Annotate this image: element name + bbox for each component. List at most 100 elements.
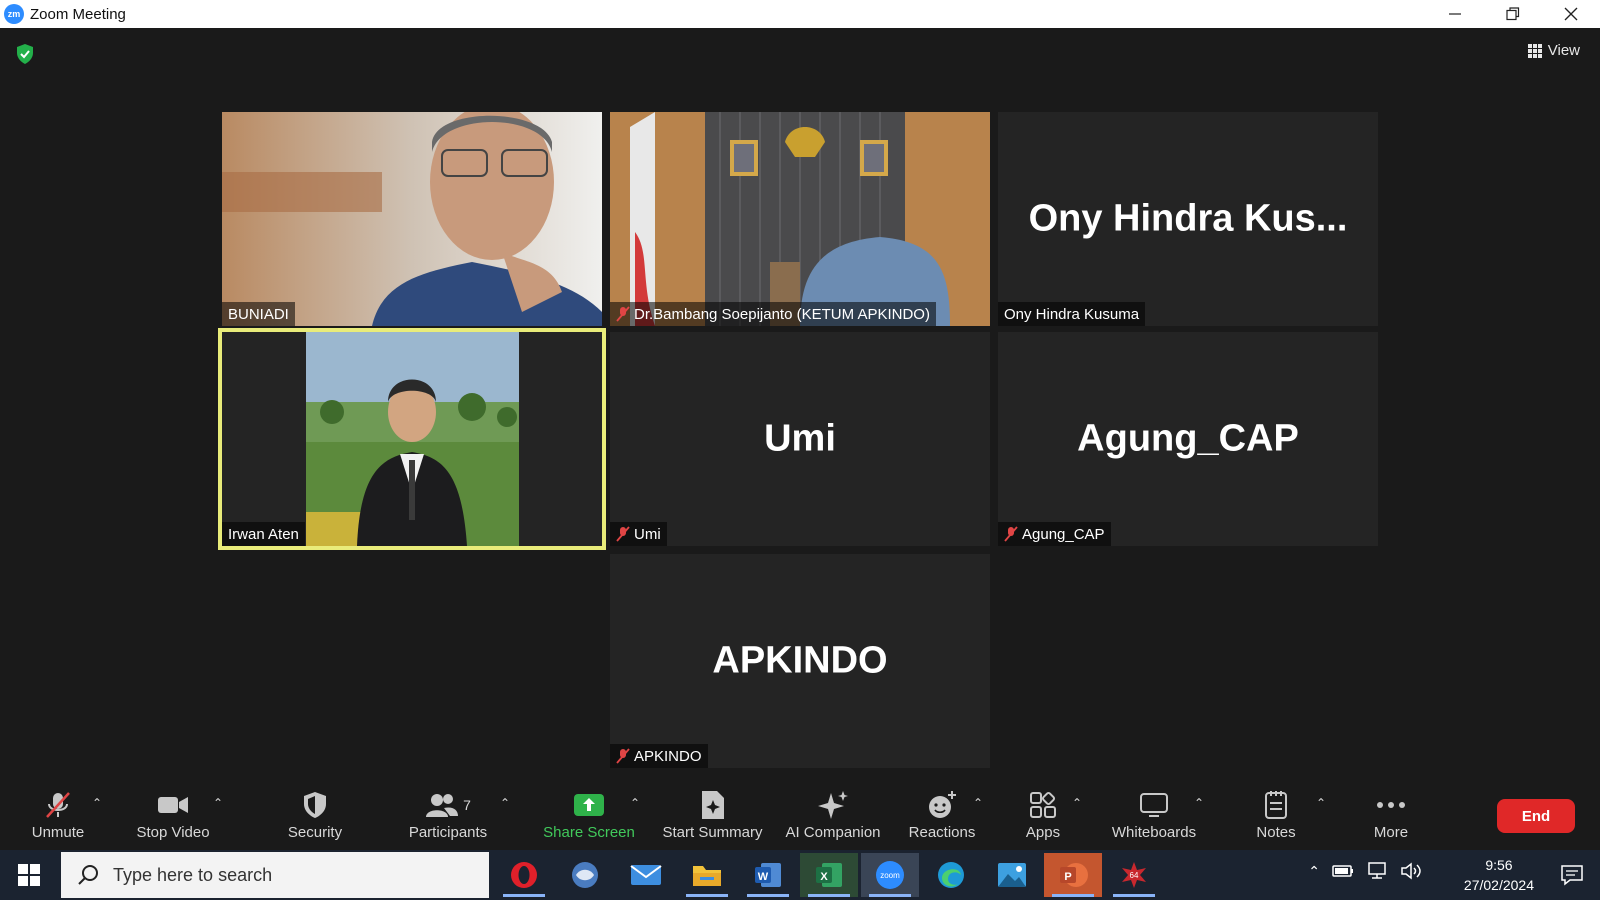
unmute-button[interactable]: Unmute xyxy=(28,788,88,841)
stop-video-button[interactable]: Stop Video xyxy=(133,788,213,841)
whiteboards-button[interactable]: Whiteboards xyxy=(1108,788,1200,841)
search-placeholder: Type here to search xyxy=(113,864,273,885)
reactions-options-caret[interactable]: ⌃ xyxy=(973,796,983,810)
app-badge-label: 64 xyxy=(1129,870,1139,880)
restore-icon xyxy=(1506,7,1520,21)
mic-muted-icon xyxy=(46,792,70,818)
apps-icon xyxy=(1030,791,1056,818)
reactions-button[interactable]: Reactions xyxy=(906,788,978,841)
participant-video xyxy=(222,332,602,546)
svg-text:P: P xyxy=(1064,871,1071,883)
title-bar: zm Zoom Meeting xyxy=(0,0,1600,28)
video-camera-icon xyxy=(158,797,188,813)
participants-button[interactable]: 7 Participants xyxy=(405,788,491,841)
shield-icon xyxy=(304,792,326,818)
mic-muted-icon xyxy=(1004,526,1018,542)
app-badge-icon[interactable]: 64 xyxy=(1105,853,1163,897)
network-icon[interactable] xyxy=(1366,862,1388,880)
whiteboard-icon xyxy=(1140,793,1168,817)
participant-big-name: Umi xyxy=(764,417,836,460)
close-icon xyxy=(1564,7,1578,21)
video-tile-bambang[interactable]: Dr.Bambang Soepijanto (KETUM APKINDO) xyxy=(610,112,990,326)
whiteboards-options-caret[interactable]: ⌃ xyxy=(1194,796,1204,810)
window-title: Zoom Meeting xyxy=(30,5,126,23)
sparkle-icon xyxy=(818,791,848,819)
participant-name-label: Umi xyxy=(610,522,667,546)
participant-name-label: APKINDO xyxy=(610,744,708,768)
file-explorer-icon[interactable] xyxy=(678,853,736,897)
mic-muted-icon xyxy=(616,526,630,542)
view-label: View xyxy=(1547,42,1580,59)
meeting-toolbar: Unmute ⌃ Stop Video ⌃ Security 7 Partici… xyxy=(0,784,1600,850)
zoom-icon[interactable]: zoom xyxy=(861,853,919,897)
ai-companion-button[interactable]: AI Companion xyxy=(783,788,883,841)
participant-name-label: Ony Hindra Kusuma xyxy=(998,302,1146,326)
participant-name-label: Dr.Bambang Soepijanto (KETUM APKINDO) xyxy=(610,302,936,326)
notes-options-caret[interactable]: ⌃ xyxy=(1316,796,1326,810)
participant-big-name: APKINDO xyxy=(712,639,888,682)
video-tile-buniadi[interactable]: BUNIADI xyxy=(222,112,602,326)
windows-start-icon[interactable] xyxy=(18,864,40,886)
notes-button[interactable]: Notes xyxy=(1253,788,1299,841)
app-icon[interactable] xyxy=(556,853,614,897)
video-tile-apkindo[interactable]: APKINDO APKINDO xyxy=(610,554,990,768)
clock-date: 27/02/2024 xyxy=(1463,877,1534,893)
zoom-logo-icon: zm xyxy=(4,4,24,24)
participants-count: 7 xyxy=(463,797,471,813)
battery-icon[interactable] xyxy=(1332,864,1354,878)
shield-check-icon[interactable] xyxy=(15,43,35,65)
participant-big-name: Ony Hindra Kus... xyxy=(1028,197,1348,240)
apps-button[interactable]: Apps xyxy=(1022,788,1064,841)
start-summary-button[interactable]: Start Summary xyxy=(660,788,765,841)
view-button[interactable]: View xyxy=(1527,42,1580,59)
share-screen-icon xyxy=(574,794,604,816)
powerpoint-icon[interactable]: P xyxy=(1044,853,1102,897)
minimize-button[interactable] xyxy=(1426,0,1484,28)
restore-button[interactable] xyxy=(1484,0,1542,28)
participants-options-caret[interactable]: ⌃ xyxy=(500,796,510,810)
participant-name-label: Agung_CAP xyxy=(998,522,1111,546)
security-button[interactable]: Security xyxy=(285,788,345,841)
video-tile-agung[interactable]: Agung_CAP Agung_CAP xyxy=(998,332,1378,546)
notes-icon xyxy=(1265,791,1287,819)
minimize-icon xyxy=(1449,13,1461,15)
photos-icon[interactable] xyxy=(983,853,1041,897)
zoom-taskbar-label: zoom xyxy=(880,870,900,880)
video-tile-ony[interactable]: Ony Hindra Kus... Ony Hindra Kusuma xyxy=(998,112,1378,326)
edge-icon[interactable] xyxy=(922,853,980,897)
participant-name-label: Irwan Aten xyxy=(222,522,305,546)
summary-icon xyxy=(701,791,724,819)
taskbar-search-box[interactable]: Type here to search xyxy=(61,852,489,898)
word-icon[interactable]: W xyxy=(739,853,797,897)
windows-taskbar: Type here to search W X zoom P 64 ⌃ 9:56… xyxy=(0,850,1600,900)
opera-icon[interactable] xyxy=(495,853,553,897)
taskbar-clock[interactable]: 9:56 27/02/2024 xyxy=(1464,855,1534,895)
close-button[interactable] xyxy=(1542,0,1600,28)
system-tray: ⌃ xyxy=(1308,862,1422,880)
search-icon xyxy=(78,865,98,885)
participant-video xyxy=(610,112,990,326)
unmute-options-caret[interactable]: ⌃ xyxy=(92,796,102,810)
volume-icon[interactable] xyxy=(1400,862,1422,880)
participant-name-label: BUNIADI xyxy=(222,302,295,326)
apps-options-caret[interactable]: ⌃ xyxy=(1072,796,1082,810)
video-tile-irwan[interactable]: Irwan Aten xyxy=(218,328,606,550)
video-tile-umi[interactable]: Umi Umi xyxy=(610,332,990,546)
meeting-area: View BUNIADI Dr.Bambang Soepijanto (KETU… xyxy=(0,28,1600,784)
share-screen-button[interactable]: Share Screen xyxy=(543,788,635,841)
notifications-icon[interactable] xyxy=(1560,864,1584,886)
end-meeting-button[interactable]: End xyxy=(1497,799,1575,833)
participant-big-name: Agung_CAP xyxy=(1077,417,1299,460)
smiley-plus-icon xyxy=(929,791,956,818)
chevron-up-icon[interactable]: ⌃ xyxy=(1308,863,1320,880)
share-options-caret[interactable]: ⌃ xyxy=(630,796,640,810)
svg-text:X: X xyxy=(820,871,828,883)
participants-icon xyxy=(426,794,459,817)
mic-muted-icon xyxy=(616,306,630,322)
more-button[interactable]: More xyxy=(1370,788,1412,841)
grid-icon xyxy=(1527,43,1542,58)
excel-icon[interactable]: X xyxy=(800,853,858,897)
mail-icon[interactable] xyxy=(617,853,675,897)
participant-video xyxy=(222,112,602,326)
video-options-caret[interactable]: ⌃ xyxy=(213,796,223,810)
